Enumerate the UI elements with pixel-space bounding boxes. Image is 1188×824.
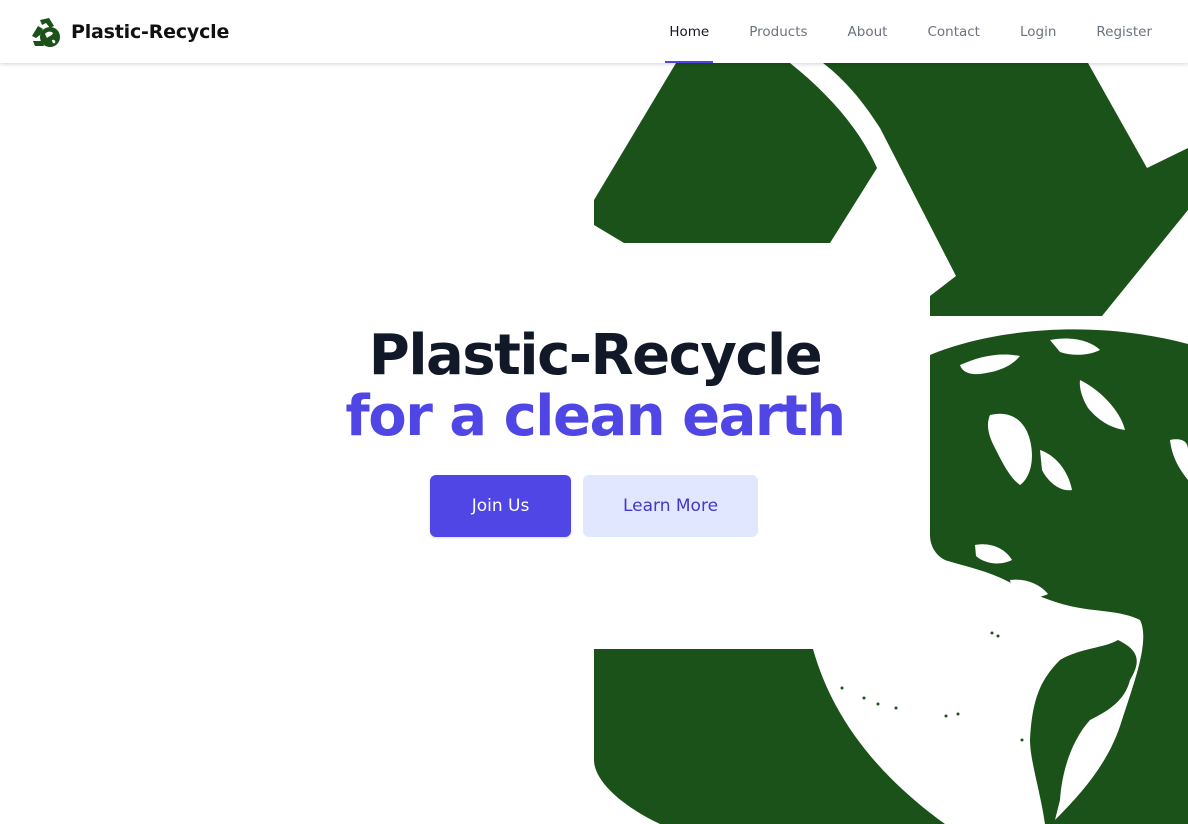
recycle-arrow-bottom	[594, 649, 945, 824]
recycle-arrow-top-left	[594, 63, 877, 243]
main-nav: Home Products About Contact Login Regist…	[633, 0, 1156, 63]
nav-products[interactable]: Products	[745, 0, 811, 63]
page: Plastic-Recycle Home Products About Cont…	[0, 0, 1188, 824]
nav-register[interactable]: Register	[1092, 0, 1156, 63]
nav-home[interactable]: Home	[665, 0, 714, 63]
join-us-button[interactable]: Join Us	[430, 475, 571, 537]
hero-title: Plastic-Recycle	[368, 323, 823, 388]
learn-more-button[interactable]: Learn More	[583, 475, 758, 537]
hero-text: Plastic-Recycle for a clean earth	[345, 323, 846, 449]
hero-subtitle: for a clean earth	[345, 384, 846, 449]
nav-about[interactable]: About	[844, 0, 892, 63]
nav-contact[interactable]: Contact	[923, 0, 984, 63]
nav-login[interactable]: Login	[1016, 0, 1060, 63]
brand-name: Plastic-Recycle	[71, 21, 230, 43]
recycle-arrow-top-right	[823, 63, 1188, 316]
globe-shape	[930, 329, 1188, 824]
brand-link[interactable]: Plastic-Recycle	[28, 14, 229, 50]
recycle-globe-icon	[32, 18, 60, 47]
site-header: Plastic-Recycle Home Products About Cont…	[0, 0, 1188, 63]
